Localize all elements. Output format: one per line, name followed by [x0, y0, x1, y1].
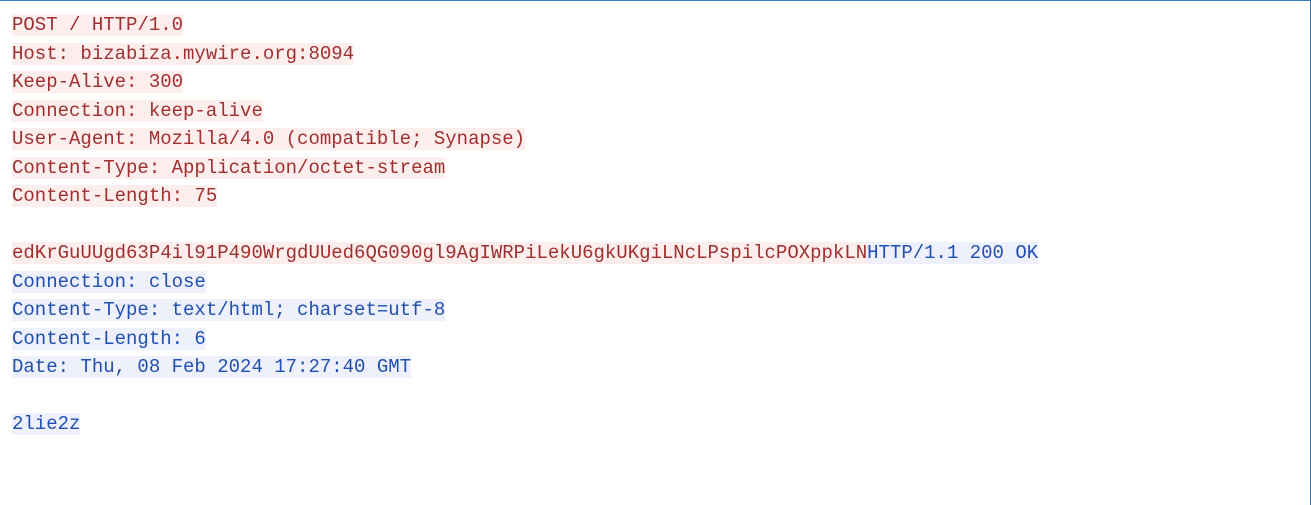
request-header-content-length: Content-Length: 75 [12, 182, 1298, 211]
blank-line-separator-2 [12, 382, 1298, 411]
request-body-and-response-status: edKrGuUUgd63P4il91P490WrgdUUed6QG090gl9A… [12, 239, 1298, 268]
request-header-keep-alive: Keep-Alive: 300 [12, 68, 1298, 97]
response-header-connection: Connection: close [12, 268, 1298, 297]
request-method-line: POST / HTTP/1.0 [12, 14, 183, 36]
response-status-line: HTTP/1.1 200 OK [867, 242, 1038, 264]
request-header-connection: Connection: keep-alive [12, 97, 1298, 126]
response-header-content-length: Content-Length: 6 [12, 325, 1298, 354]
response-body-line: 2lie2z [12, 410, 1298, 439]
http-stream-panel: POST / HTTP/1.0 Host: bizabiza.mywire.or… [0, 0, 1311, 505]
request-header-host: Host: bizabiza.mywire.org:8094 [12, 40, 1298, 69]
response-header-date: Date: Thu, 08 Feb 2024 17:27:40 GMT [12, 353, 1298, 382]
request-header-user-agent: User-Agent: Mozilla/4.0 (compatible; Syn… [12, 125, 1298, 154]
request-line: POST / HTTP/1.0 [12, 11, 1298, 40]
request-header-content-type: Content-Type: Application/octet-stream [12, 154, 1298, 183]
response-header-content-type: Content-Type: text/html; charset=utf-8 [12, 296, 1298, 325]
blank-line-separator [12, 211, 1298, 240]
request-body: edKrGuUUgd63P4il91P490WrgdUUed6QG090gl9A… [12, 242, 867, 264]
response-body: 2lie2z [12, 413, 80, 435]
